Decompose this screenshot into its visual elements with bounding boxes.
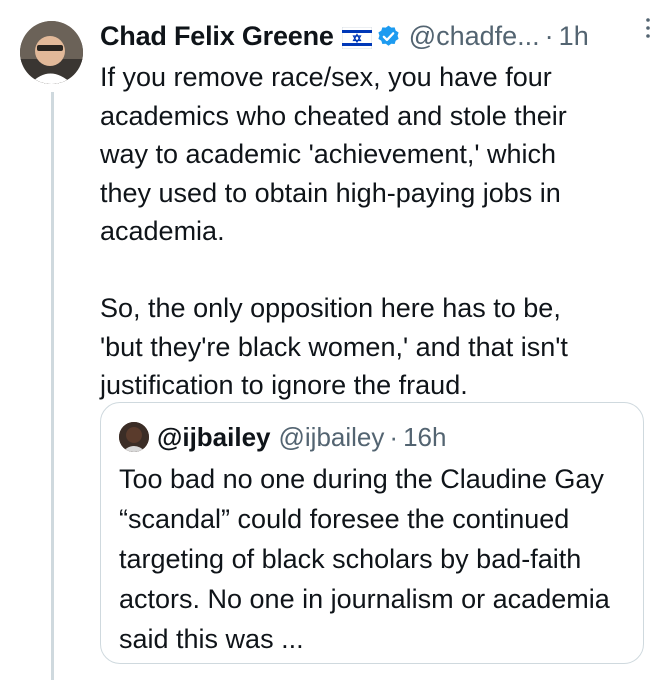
author-handle[interactable]: @chadfe... [409,21,540,52]
quoted-author-name: @ijbailey [157,421,271,452]
author-name[interactable]: Chad Felix Greene [100,21,334,52]
quoted-tweet-header: @ijbailey @ijbailey · 16h [119,419,446,455]
avatar-image [20,21,83,84]
quoted-tweet-text: Too bad no one during the Claudine Gay “… [119,464,610,654]
israel-flag-icon [341,25,373,50]
more-options-icon[interactable] [644,16,652,40]
header-separator: · [544,20,554,51]
quoted-author-handle: @ijbailey [278,421,385,452]
quoted-tweet-timestamp: 16h [403,421,447,452]
quoted-author-avatar [119,422,149,452]
thread-connector-line [51,92,54,680]
verified-badge-icon [376,24,401,49]
tweet-header: Chad Felix Greene @chadfe... · 1h [100,16,652,56]
tweet-timestamp[interactable]: 1h [559,21,589,52]
quoted-tweet-card[interactable]: @ijbailey @ijbailey · 16h Too bad no one… [100,402,644,664]
quoted-header-separator: · [389,421,399,452]
author-avatar[interactable] [20,21,83,84]
tweet-body-text: If you remove race/sex, you have four ac… [100,62,568,400]
